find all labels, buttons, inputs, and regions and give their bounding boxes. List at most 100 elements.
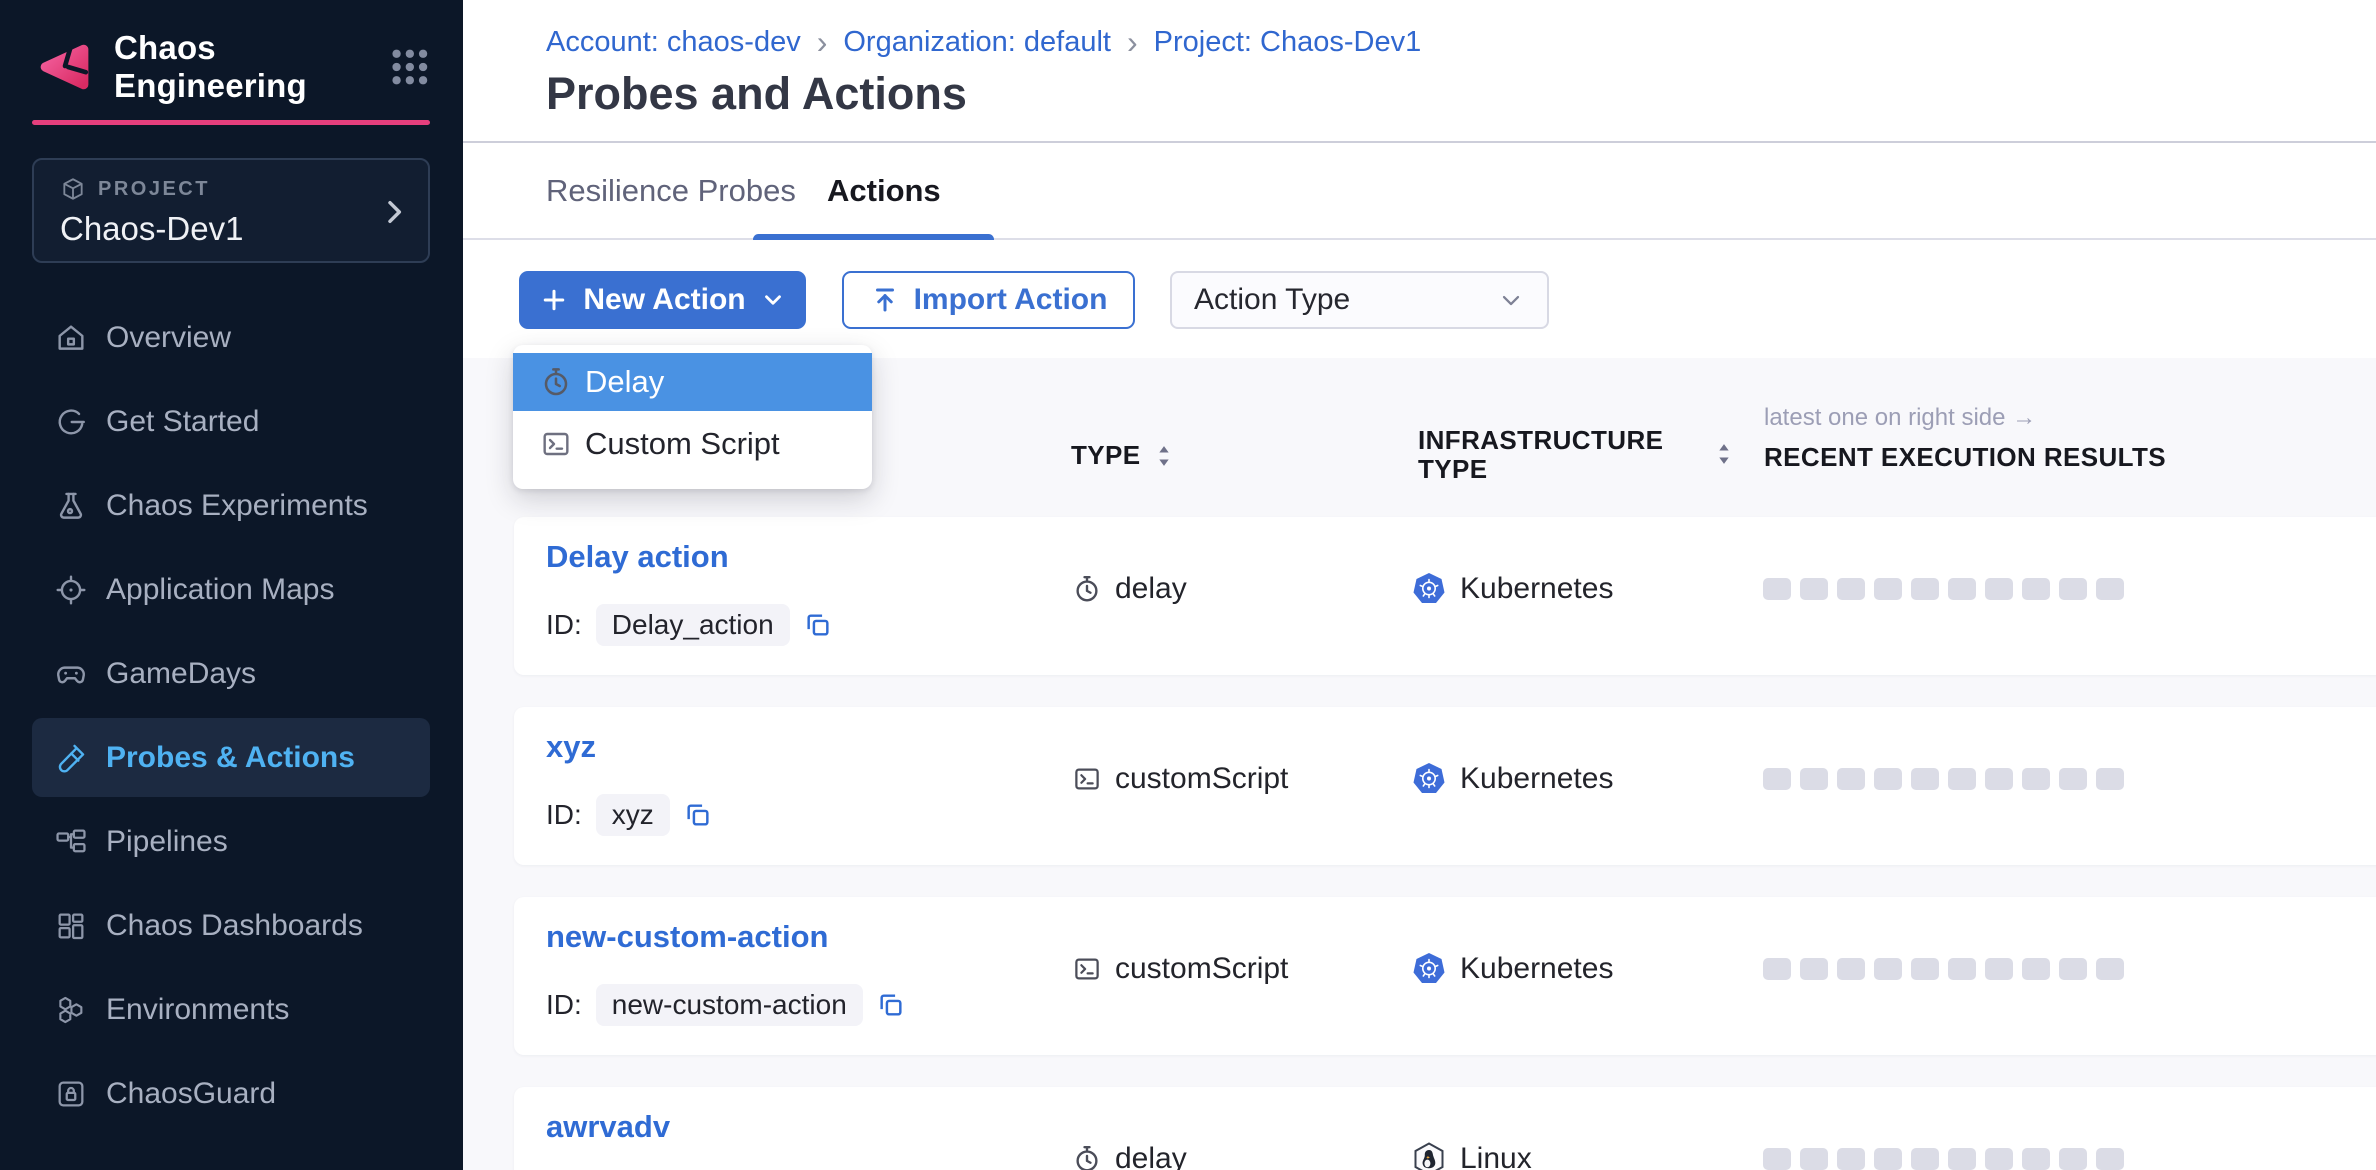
sidebar-item-label: Get Started bbox=[106, 405, 259, 439]
menu-item-label: Custom Script bbox=[585, 426, 780, 462]
sidebar-item-application-maps[interactable]: Application Maps bbox=[32, 550, 430, 629]
column-header-infrastructure: INFRASTRUCTURE TYPE bbox=[1418, 426, 1658, 484]
cube-icon bbox=[60, 176, 86, 202]
action-name-link[interactable]: xyz bbox=[546, 729, 596, 765]
action-type-filter[interactable]: Action Type bbox=[1170, 271, 1549, 329]
infrastructure-cell: Kubernetes bbox=[1411, 897, 1613, 1041]
sidebar-item-label: Pipelines bbox=[106, 825, 228, 859]
sidebar-item-label: GameDays bbox=[106, 657, 256, 691]
new-action-button[interactable]: New Action bbox=[519, 271, 806, 329]
sidebar-item-chaosguard[interactable]: ChaosGuard bbox=[32, 1054, 430, 1133]
sidebar-item-chaos-dashboards[interactable]: Chaos Dashboards bbox=[32, 886, 430, 965]
action-type-label: delay bbox=[1115, 572, 1187, 606]
sidebar-item-probes-actions[interactable]: Probes & Actions bbox=[32, 718, 430, 797]
brand-accent-divider bbox=[32, 120, 430, 125]
test-tube-icon bbox=[54, 741, 88, 775]
recent-results bbox=[1763, 707, 2124, 851]
action-name-link[interactable]: new-custom-action bbox=[546, 919, 828, 955]
execution-result-placeholder bbox=[2022, 768, 2050, 790]
sidebar-item-get-started[interactable]: Get Started bbox=[32, 382, 430, 461]
terminal-icon bbox=[1072, 764, 1102, 794]
sidebar-item-environments[interactable]: Environments bbox=[32, 970, 430, 1049]
sidebar-item-chaos-experiments[interactable]: Chaos Experiments bbox=[32, 466, 430, 545]
linux-icon bbox=[1411, 1141, 1447, 1170]
sidebar-item-label: Probes & Actions bbox=[106, 741, 355, 775]
import-action-button[interactable]: Import Action bbox=[842, 271, 1135, 329]
sidebar-item-pipelines[interactable]: Pipelines bbox=[32, 802, 430, 881]
action-type-cell: customScript bbox=[1072, 897, 1288, 1041]
brand-row: Chaos Engineering bbox=[36, 36, 431, 98]
id-prefix: ID: bbox=[546, 799, 582, 831]
page-header: Account: chaos-dev › Organization: defau… bbox=[463, 0, 2376, 143]
infrastructure-cell: Kubernetes bbox=[1411, 707, 1613, 851]
column-header-results: latest one on right side → RECENT EXECUT… bbox=[1764, 404, 2166, 473]
menu-item-custom-script[interactable]: Custom Script bbox=[513, 411, 872, 477]
brand-title: Chaos Engineering bbox=[114, 29, 389, 105]
sidebar-item-label: Environments bbox=[106, 993, 289, 1027]
recent-results bbox=[1763, 517, 2124, 661]
execution-result-placeholder bbox=[2022, 1148, 2050, 1170]
action-id-row: ID: Delay_action bbox=[546, 603, 832, 647]
sidebar-item-label: Chaos Dashboards bbox=[106, 909, 363, 943]
breadcrumb-separator: › bbox=[1127, 24, 1138, 61]
execution-result-placeholder bbox=[1800, 768, 1828, 790]
chevron-right-icon bbox=[378, 196, 410, 228]
id-prefix: ID: bbox=[546, 989, 582, 1021]
execution-result-placeholder bbox=[2059, 768, 2087, 790]
module-grid-icon[interactable] bbox=[389, 44, 431, 90]
actions-toolbar: New Action Import Action Action Type bbox=[463, 240, 2376, 358]
action-id-value: new-custom-action bbox=[596, 984, 863, 1026]
action-row: new-custom-action ID: new-custom-action … bbox=[514, 897, 2376, 1055]
sort-icon[interactable] bbox=[1157, 444, 1171, 468]
column-header-type: TYPE bbox=[1071, 440, 1171, 471]
sidebar-item-label: Overview bbox=[106, 321, 231, 355]
kubernetes-icon bbox=[1411, 571, 1447, 607]
tab-bar: Resilience Probes Actions bbox=[463, 143, 2376, 240]
menu-item-delay[interactable]: Delay bbox=[513, 353, 872, 411]
copy-icon[interactable] bbox=[877, 991, 905, 1019]
breadcrumb-separator: › bbox=[817, 24, 828, 61]
gamepad-icon bbox=[54, 657, 88, 691]
execution-result-placeholder bbox=[1874, 768, 1902, 790]
copy-icon[interactable] bbox=[804, 611, 832, 639]
copy-icon[interactable] bbox=[684, 801, 712, 829]
execution-result-placeholder bbox=[1800, 958, 1828, 980]
flask-icon bbox=[54, 489, 88, 523]
execution-result-placeholder bbox=[1985, 578, 2013, 600]
action-type-cell: customScript bbox=[1072, 707, 1288, 851]
breadcrumb-account-link[interactable]: Account: chaos-dev bbox=[546, 26, 801, 59]
tab-actions[interactable]: Actions bbox=[827, 143, 941, 238]
breadcrumb-project-link[interactable]: Project: Chaos-Dev1 bbox=[1154, 26, 1422, 59]
sort-icon[interactable] bbox=[1717, 442, 1731, 466]
breadcrumb-organization-link[interactable]: Organization: default bbox=[843, 26, 1111, 59]
execution-result-placeholder bbox=[1837, 1148, 1865, 1170]
infrastructure-cell: Kubernetes bbox=[1411, 517, 1613, 661]
execution-result-placeholder bbox=[1948, 1148, 1976, 1170]
infrastructure-label: Linux bbox=[1460, 1142, 1532, 1170]
new-action-menu: Delay Custom Script bbox=[513, 345, 872, 489]
recent-results bbox=[1763, 897, 2124, 1041]
action-name-link[interactable]: Delay action bbox=[546, 539, 729, 575]
launch-circle-icon bbox=[54, 405, 88, 439]
sidebar-item-label: Application Maps bbox=[106, 573, 334, 607]
sidebar-item-overview[interactable]: Overview bbox=[32, 298, 430, 377]
lock-shield-icon bbox=[54, 1077, 88, 1111]
execution-result-placeholder bbox=[1800, 578, 1828, 600]
sidebar-item-gamedays[interactable]: GameDays bbox=[32, 634, 430, 713]
execution-result-placeholder bbox=[1948, 578, 1976, 600]
sidebar-item-label: ChaosGuard bbox=[106, 1077, 276, 1111]
execution-result-placeholder bbox=[1837, 578, 1865, 600]
execution-result-placeholder bbox=[1763, 768, 1791, 790]
execution-result-placeholder bbox=[1874, 578, 1902, 600]
breadcrumb: Account: chaos-dev › Organization: defau… bbox=[546, 24, 1421, 61]
action-type-label: delay bbox=[1115, 1142, 1187, 1170]
page-title: Probes and Actions bbox=[546, 68, 967, 120]
execution-result-placeholder bbox=[2059, 958, 2087, 980]
execution-result-placeholder bbox=[2096, 768, 2124, 790]
execution-result-placeholder bbox=[1874, 1148, 1902, 1170]
execution-result-placeholder bbox=[1985, 958, 2013, 980]
action-name-link[interactable]: awrvadv bbox=[546, 1109, 670, 1145]
project-selector[interactable]: PROJECT Chaos-Dev1 bbox=[32, 158, 430, 263]
tab-resilience-probes[interactable]: Resilience Probes bbox=[546, 143, 796, 238]
execution-result-placeholder bbox=[1763, 1148, 1791, 1170]
